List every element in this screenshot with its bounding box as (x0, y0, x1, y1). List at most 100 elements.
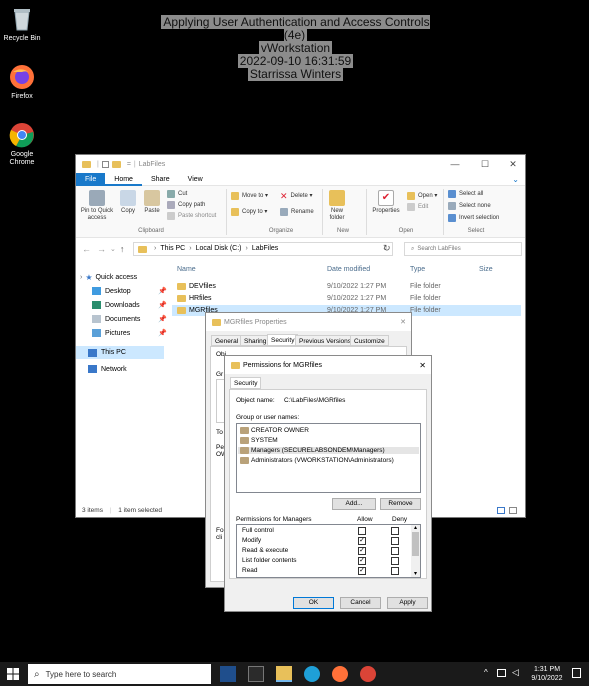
nav-this-pc[interactable]: This PC (76, 346, 164, 359)
maximize-button[interactable]: ☐ (470, 155, 500, 173)
scroll-up-icon[interactable]: ▴ (411, 525, 420, 531)
deny-checkbox[interactable] (391, 527, 399, 535)
tab-general[interactable]: General (211, 335, 243, 346)
properties-icon: ✔ (378, 190, 394, 206)
details-view-icon[interactable] (497, 507, 505, 514)
user-list[interactable]: CREATOR OWNER SYSTEM Managers (SECURELAB… (236, 423, 421, 493)
breadcrumb-labfiles[interactable]: LabFiles (252, 243, 278, 255)
nav-pictures[interactable]: Pictures 📌 (92, 329, 167, 337)
deny-checkbox[interactable] (391, 557, 399, 565)
apply-button[interactable]: Apply (387, 597, 428, 609)
taskbar-search-input[interactable]: ⌕ Type here to search (28, 664, 211, 684)
edit-button[interactable]: Edit (407, 203, 428, 211)
deny-checkbox[interactable] (391, 567, 399, 575)
forward-arrow-icon[interactable]: → (97, 244, 106, 254)
search-input[interactable]: ⌕ Search LabFiles (404, 242, 522, 256)
scroll-thumb[interactable] (412, 532, 419, 556)
cut-button[interactable]: Cut (167, 190, 187, 198)
tab-customize[interactable]: Customize (350, 335, 389, 346)
copy-button[interactable]: Copy (118, 190, 138, 215)
minimize-button[interactable]: — (440, 155, 470, 173)
ok-button[interactable]: OK (293, 597, 334, 609)
terminal-icon[interactable] (248, 666, 264, 682)
allow-checkbox[interactable]: ✓ (358, 567, 366, 575)
nav-documents[interactable]: Documents 📌 (92, 315, 167, 323)
start-button[interactable] (0, 662, 26, 686)
new-folder-button[interactable]: New folder (325, 190, 349, 222)
rename-button[interactable]: Rename (280, 208, 314, 216)
address-bar[interactable]: › This PC › Local Disk (C:) › LabFiles ⌄ (133, 242, 393, 256)
up-arrow-icon[interactable]: ↑ (120, 244, 125, 254)
tab-security[interactable]: Security (230, 377, 262, 389)
allow-checkbox[interactable] (358, 527, 366, 535)
permissions-scrollbar[interactable]: ▴ ▾ (411, 525, 420, 577)
add-button[interactable]: Add... (332, 498, 376, 510)
close-icon[interactable]: ✕ (419, 361, 426, 370)
tab-sharing[interactable]: Sharing (240, 335, 271, 346)
refresh-icon[interactable]: ↻ (383, 243, 391, 254)
desktop-icon-firefox[interactable]: Firefox (2, 64, 42, 101)
back-arrow-icon[interactable]: ← (82, 244, 91, 254)
nav-downloads[interactable]: Downloads 📌 (92, 301, 167, 309)
invert-selection-button[interactable]: Invert selection (448, 214, 499, 222)
pin-quick-access-button[interactable]: Pin to Quick access (78, 190, 116, 222)
properties-button[interactable]: ✔ Properties (369, 190, 403, 215)
notification-icon[interactable] (572, 668, 581, 678)
user-list-item[interactable]: CREATOR OWNER (240, 427, 309, 434)
network-status-icon[interactable] (497, 669, 506, 677)
paste-shortcut-button[interactable]: Paste shortcut (167, 212, 216, 220)
desktop-icon-recycle-bin[interactable]: Recycle Bin (2, 6, 42, 43)
paste-button[interactable]: Paste (142, 190, 162, 215)
powershell-icon[interactable] (220, 666, 236, 682)
file-row[interactable]: DEVfiles 9/10/2022 1:27 PM File folder (172, 281, 521, 292)
open-button[interactable]: Open ▾ (407, 192, 437, 200)
column-header-size[interactable]: Size (479, 266, 493, 273)
volume-icon[interactable]: ◁ (512, 667, 519, 678)
user-list-item-selected[interactable]: Managers (SECURELABSONDEM\Managers) (238, 447, 419, 454)
allow-checkbox[interactable]: ✓ (358, 547, 366, 555)
column-header-date[interactable]: Date modified (327, 266, 370, 273)
move-to-button[interactable]: Move to ▾ (231, 192, 268, 200)
deny-checkbox[interactable] (391, 547, 399, 555)
chevron-down-icon[interactable]: ⌄ (512, 175, 519, 184)
user-list-item[interactable]: SYSTEM (240, 437, 278, 444)
allow-checkbox[interactable]: ✓ (358, 537, 366, 545)
allow-checkbox[interactable]: ✓ (358, 557, 366, 565)
file-explorer-icon[interactable] (276, 666, 292, 682)
firefox-icon[interactable] (332, 666, 348, 682)
large-icons-view-icon[interactable] (509, 507, 517, 514)
scroll-down-icon[interactable]: ▾ (411, 571, 420, 577)
close-button[interactable]: ✕ (498, 155, 528, 173)
deny-checkbox[interactable] (391, 537, 399, 545)
delete-button[interactable]: ✕ Delete ▾ (280, 192, 313, 201)
file-row[interactable]: HRfiles 9/10/2022 1:27 PM File folder (172, 293, 521, 304)
breadcrumb-this-pc[interactable]: This PC (160, 243, 185, 255)
cancel-button[interactable]: Cancel (340, 597, 381, 609)
tab-previous-versions[interactable]: Previous Versions (295, 335, 356, 346)
desktop-icon-chrome[interactable]: Google Chrome (2, 122, 42, 167)
pin-icon: 📌 (158, 288, 167, 295)
recent-dropdown-icon[interactable]: ⌄ (110, 245, 116, 253)
nav-desktop[interactable]: Desktop 📌 (92, 287, 167, 295)
column-header-name[interactable]: Name (177, 266, 196, 273)
select-all-button[interactable]: Select all (448, 190, 483, 198)
tab-file[interactable]: File (76, 172, 106, 186)
nav-quick-access[interactable]: › ★ Quick access (80, 273, 137, 282)
tab-home[interactable]: Home (105, 173, 142, 186)
breadcrumb-local-disk[interactable]: Local Disk (C:) (196, 243, 242, 255)
chrome-icon[interactable] (360, 666, 376, 682)
remove-button[interactable]: Remove (380, 498, 421, 510)
tab-security[interactable]: Security (267, 334, 299, 346)
tab-share[interactable]: Share (142, 173, 179, 186)
show-hidden-icons-chevron-icon[interactable]: ^ (484, 668, 488, 677)
user-list-item[interactable]: Administrators (VWORKSTATION\Administrat… (240, 457, 394, 464)
edge-icon[interactable] (304, 666, 320, 682)
close-icon[interactable]: ✕ (400, 318, 406, 326)
select-none-button[interactable]: Select none (448, 202, 491, 210)
copy-path-button[interactable]: Copy path (167, 201, 205, 209)
clock[interactable]: 1:31 PM 9/10/2022 (527, 665, 567, 683)
tab-view[interactable]: View (179, 173, 212, 186)
column-header-type[interactable]: Type (410, 266, 425, 273)
copy-to-button[interactable]: Copy to ▾ (231, 208, 267, 216)
nav-network[interactable]: Network (88, 365, 127, 373)
